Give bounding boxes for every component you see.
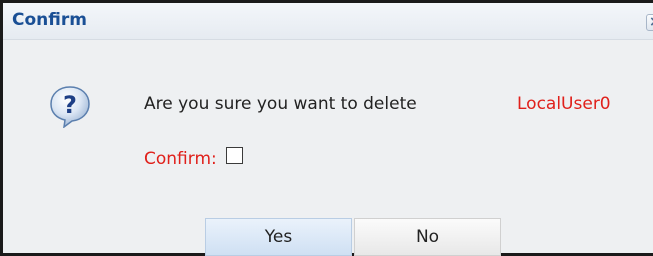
dialog-title: Confirm [12, 10, 87, 30]
confirm-dialog: Confirm × ? Are you sure you want to del… [0, 0, 653, 256]
yes-button[interactable]: Yes [205, 218, 352, 256]
no-button[interactable]: No [354, 218, 501, 256]
svg-text:?: ? [63, 91, 77, 119]
confirm-checkbox-label: Confirm: [144, 149, 217, 169]
dialog-titlebar: Confirm × [3, 3, 653, 40]
close-icon[interactable]: × [649, 14, 653, 30]
confirm-message: Are you sure you want to delete [144, 94, 417, 114]
confirm-checkbox[interactable] [226, 147, 243, 164]
target-username: LocalUser0 [517, 94, 611, 114]
close-button[interactable]: × [646, 14, 653, 31]
question-icon: ? [50, 86, 90, 128]
